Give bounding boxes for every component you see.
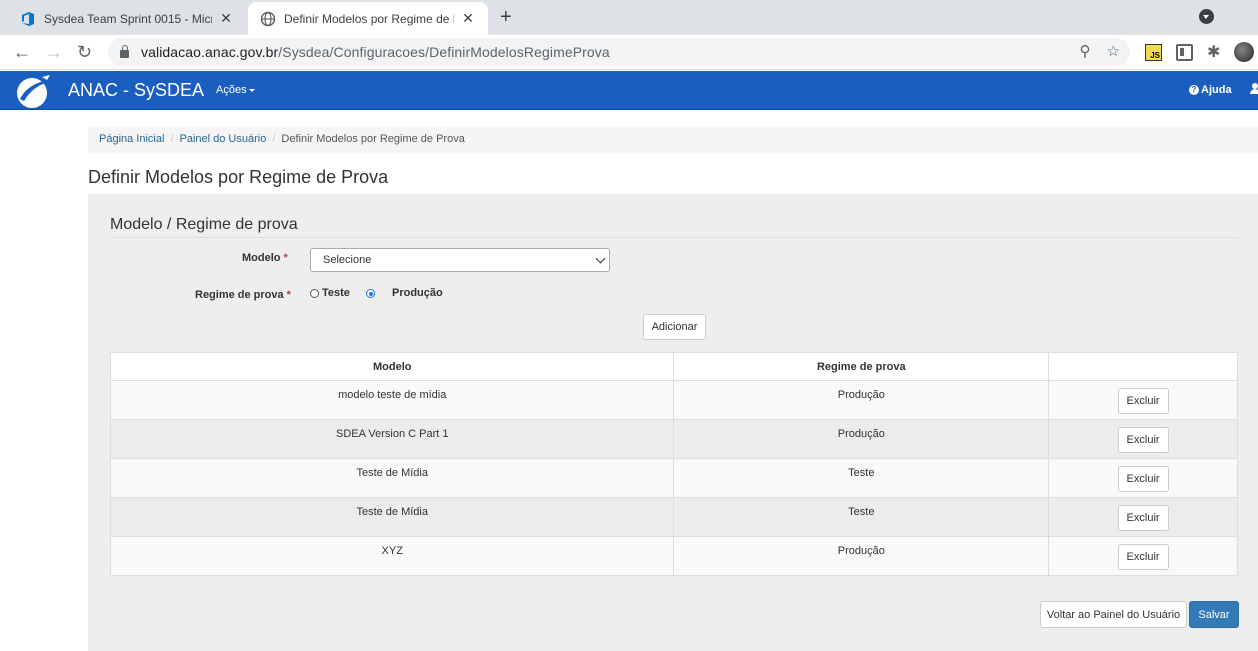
breadcrumb-current: Definir Modelos por Regime de Prova <box>281 133 465 145</box>
regime-label: Regime de prova * <box>195 289 291 301</box>
salvar-button[interactable]: Salvar <box>1189 601 1239 628</box>
azure-devops-icon <box>22 11 34 26</box>
cell-modelo: Teste de Mídia <box>109 458 675 498</box>
table-header-row: Modelo Regime de prova <box>109 352 1238 381</box>
excluir-button[interactable]: Excluir <box>1117 427 1169 453</box>
column-header-regime: Regime de prova <box>673 352 1050 381</box>
table-row: XYZ Produção Excluir <box>109 536 1238 576</box>
user-icon[interactable] <box>1250 83 1258 95</box>
cell-actions: Excluir <box>1048 380 1238 420</box>
forward-arrow-icon[interactable]: → <box>45 42 63 63</box>
column-header-modelo: Modelo <box>109 352 675 381</box>
breadcrumb: Página Inicial / Painel do Usuário / Definir… <box>88 127 1258 153</box>
table-row: Teste de Mídia Teste Excluir <box>109 497 1238 537</box>
cell-regime: Produção <box>673 419 1050 459</box>
browser-tab-sprint[interactable]: Sysdea Team Sprint 0015 - Micro ✕ <box>8 2 246 35</box>
lock-icon <box>120 45 129 58</box>
modelo-select[interactable]: Selecione <box>310 248 610 272</box>
legend-divider <box>110 237 1238 238</box>
new-tab-plus-icon[interactable]: + <box>500 6 512 29</box>
tab-title: Definir Modelos por Regime de P <box>284 11 454 26</box>
cell-actions: Excluir <box>1048 419 1238 459</box>
cell-modelo: modelo teste de mídia <box>109 380 675 420</box>
cell-regime: Teste <box>673 497 1050 537</box>
form-legend: Modelo / Regime de prova <box>110 216 298 233</box>
cell-modelo: Teste de Mídia <box>109 497 675 537</box>
cell-modelo: XYZ <box>109 536 675 576</box>
cell-regime: Produção <box>673 536 1050 576</box>
close-icon[interactable]: ✕ <box>218 10 234 27</box>
tab-search-icon[interactable] <box>1199 9 1214 24</box>
table-row: SDEA Version C Part 1 Produção Excluir <box>109 419 1238 459</box>
cell-actions: Excluir <box>1048 536 1238 576</box>
browser-toolbar: ← → ↻ validacao.anac.gov.br/Sysdea/Confi… <box>0 35 1258 70</box>
tab-title: Sysdea Team Sprint 0015 - Micro <box>44 11 212 26</box>
cell-regime: Produção <box>673 380 1050 420</box>
form-panel: Modelo / Regime de prova Modelo * Selecio… <box>88 194 1258 651</box>
cell-regime: Teste <box>673 458 1050 498</box>
star-icon[interactable]: ☆ <box>1107 42 1120 60</box>
globe-icon <box>260 11 276 26</box>
cell-modelo: SDEA Version C Part 1 <box>109 419 675 459</box>
adicionar-button[interactable]: Adicionar <box>643 314 706 340</box>
app-brand[interactable]: ANAC - SySDEA <box>68 80 204 101</box>
excluir-button[interactable]: Excluir <box>1117 544 1169 570</box>
breadcrumb-home[interactable]: Página Inicial <box>99 133 164 145</box>
table-row: Teste de Mídia Teste Excluir <box>109 458 1238 498</box>
help-link[interactable]: ? Ajuda <box>1189 84 1232 96</box>
board-extension-icon[interactable] <box>1176 43 1193 61</box>
url-text: validacao.anac.gov.br/Sysdea/Configuraco… <box>141 44 610 60</box>
radio-producao-label[interactable]: Produção <box>392 287 443 299</box>
modelos-table: Modelo Regime de prova modelo teste de m… <box>109 352 1238 576</box>
modelo-label: Modelo * <box>242 252 288 264</box>
address-bar[interactable]: validacao.anac.gov.br/Sysdea/Configuraco… <box>108 38 1130 66</box>
radio-teste[interactable] <box>310 289 319 298</box>
zoom-icon[interactable]: ⚲ <box>1080 42 1091 60</box>
breadcrumb-painel[interactable]: Painel do Usuário <box>180 133 267 145</box>
column-header-actions <box>1048 352 1238 381</box>
chevron-down-icon <box>595 253 606 264</box>
table-row: modelo teste de mídia Produção Excluir <box>109 380 1238 420</box>
page-title: Definir Modelos por Regime de Prova <box>88 167 389 187</box>
back-arrow-icon[interactable]: ← <box>13 42 31 63</box>
caret-down-icon <box>248 88 255 92</box>
browser-tab-definir[interactable]: Definir Modelos por Regime de P ✕ <box>248 2 488 35</box>
profile-avatar[interactable] <box>1234 42 1255 62</box>
question-circle-icon: ? <box>1189 85 1199 95</box>
radio-producao[interactable] <box>366 289 375 298</box>
radio-teste-label[interactable]: Teste <box>322 287 350 299</box>
javascript-extension-icon[interactable]: JS <box>1145 43 1162 61</box>
browser-tab-strip: Sysdea Team Sprint 0015 - Micro ✕ Defini… <box>0 0 1258 35</box>
extensions-puzzle-icon[interactable]: ✱ <box>1207 42 1220 62</box>
cell-actions: Excluir <box>1048 497 1238 537</box>
excluir-button[interactable]: Excluir <box>1117 388 1169 414</box>
excluir-button[interactable]: Excluir <box>1117 466 1169 492</box>
cell-actions: Excluir <box>1048 458 1238 498</box>
app-navbar: ANAC - SySDEA Ações ? Ajuda <box>0 71 1258 110</box>
voltar-painel-button[interactable]: Voltar ao Painel do Usuário <box>1040 601 1187 628</box>
reload-icon[interactable]: ↻ <box>77 42 92 63</box>
excluir-button[interactable]: Excluir <box>1117 505 1169 531</box>
close-icon[interactable]: ✕ <box>460 10 476 27</box>
acoes-menu[interactable]: Ações <box>216 84 255 96</box>
anac-logo-icon[interactable] <box>12 73 52 109</box>
